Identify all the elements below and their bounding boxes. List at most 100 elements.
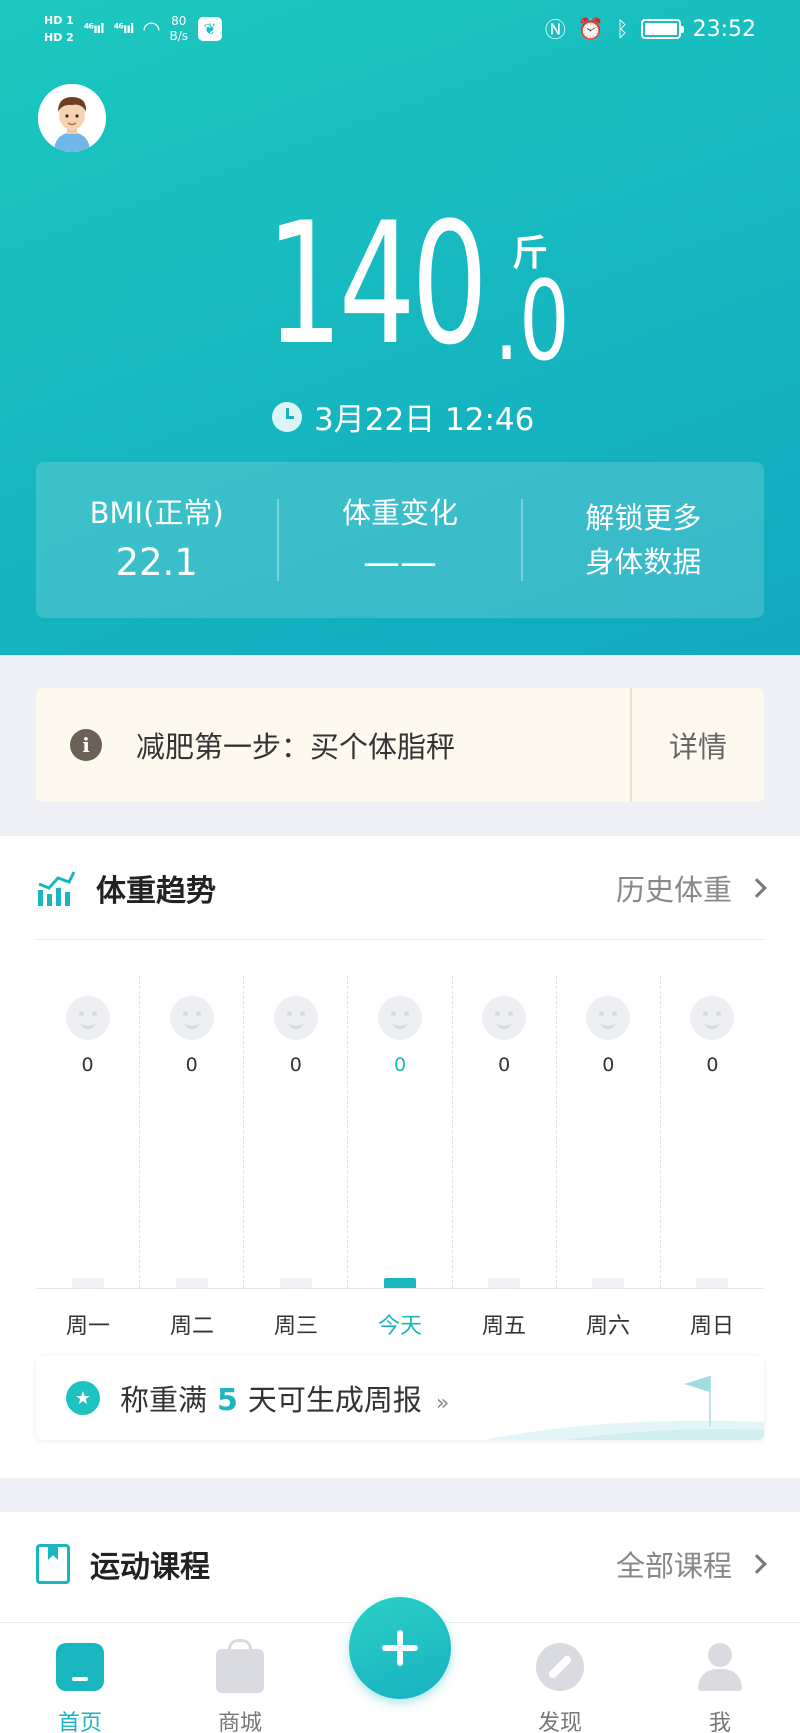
stat-value: 22.1 <box>115 541 198 584</box>
day-bar <box>175 1278 208 1288</box>
day-bar <box>488 1278 521 1288</box>
all-courses-label: 全部课程 <box>615 1549 732 1583</box>
smiley-icon <box>169 996 214 1040</box>
avatar-image <box>38 84 106 152</box>
tip-text: 减肥第一步：买个体脂秤 <box>136 730 456 764</box>
day-value: 0 <box>289 1054 302 1076</box>
smiley-icon <box>690 996 735 1040</box>
datetime-text: 3月22日 12:46 <box>314 402 535 438</box>
day-bar <box>592 1278 625 1288</box>
chevron-right-icon <box>747 1554 767 1574</box>
day-column-fri[interactable]: 0 <box>453 976 557 1288</box>
day-label: 周一 <box>65 1314 110 1339</box>
courses-title: 运动课程 <box>90 1550 210 1585</box>
trend-chart-icon <box>38 870 76 906</box>
hd-indicator: HD 1 HD 2 <box>44 14 74 44</box>
network-rate: 80 B/s <box>169 14 189 43</box>
day-value: 0 <box>393 1054 407 1076</box>
add-record-button[interactable] <box>349 1597 451 1699</box>
history-weight-link[interactable]: 历史体重 <box>615 867 767 909</box>
stat-unlock-more[interactable]: 解锁更多 身体数据 <box>523 496 764 584</box>
chevron-right-icon <box>747 877 767 898</box>
weight-decimal: .0 <box>494 257 570 385</box>
double-chevron-icon: » <box>435 1391 450 1416</box>
day-bar <box>696 1278 729 1288</box>
tab-home-label: 首页 <box>57 1711 102 1733</box>
bookmark-icon <box>36 1544 70 1584</box>
tab-home[interactable]: 首页 <box>0 1623 160 1733</box>
avatar[interactable] <box>38 84 106 152</box>
clock-icon <box>272 401 302 432</box>
stat-label: 解锁更多 <box>585 501 702 535</box>
weight-value: 140 <box>266 186 488 382</box>
trend-title: 体重趋势 <box>96 873 216 909</box>
signal-icon-2: ⁴⁶ııl <box>113 21 135 37</box>
day-value: 0 <box>81 1054 94 1076</box>
measure-datetime: 3月22日 12:46 <box>272 394 534 439</box>
day-value: 0 <box>498 1054 511 1076</box>
day-label: 周二 <box>169 1314 214 1339</box>
day-label: 周日 <box>689 1314 734 1339</box>
stat-label-2: 身体数据 <box>585 545 702 579</box>
compass-icon <box>536 1643 584 1691</box>
week-chart: 0 0 0 0 0 0 0 <box>36 976 764 1288</box>
wifi-icon: ◠ <box>143 17 160 41</box>
shopping-bag-icon <box>216 1639 264 1693</box>
day-column-tue[interactable]: 0 <box>140 976 245 1288</box>
smiley-icon <box>377 996 422 1040</box>
smiley-icon <box>586 996 631 1040</box>
user-icon <box>698 1643 742 1691</box>
stat-weight-change[interactable]: 体重变化 —— <box>279 491 520 589</box>
all-courses-link[interactable]: 全部课程 <box>615 1543 767 1585</box>
chart-axis <box>36 1288 764 1289</box>
tab-discover-label: 发现 <box>537 1711 582 1733</box>
tab-me-label: 我 <box>708 1711 731 1733</box>
tip-details-button[interactable]: 详情 <box>632 724 764 766</box>
weight-trend-card: 体重趋势 历史体重 0 0 0 0 0 0 0 周一 周二 周三 今天 周五 周… <box>0 836 800 1478</box>
day-value: 0 <box>706 1054 719 1076</box>
report-text: 称重满 5 天可生成周报 » <box>120 1377 449 1419</box>
stat-label: 体重变化 <box>341 496 458 530</box>
day-value: 0 <box>185 1054 198 1076</box>
stat-bmi[interactable]: BMI(正常) 22.1 <box>36 491 277 589</box>
day-label: 周五 <box>481 1314 526 1339</box>
status-time: 23:52 <box>692 16 756 42</box>
tab-shop-label: 商城 <box>217 1711 262 1733</box>
day-bar <box>383 1278 416 1288</box>
stat-value: —— <box>362 541 437 584</box>
tip-banner[interactable]: i 减肥第一步：买个体脂秤 详情 <box>36 688 764 802</box>
home-icon <box>56 1643 104 1691</box>
day-column-mon[interactable]: 0 <box>36 976 141 1288</box>
alarm-icon: ⏰ <box>577 16 604 41</box>
day-column-today[interactable]: 0 <box>348 976 453 1288</box>
day-labels: 周一 周二 周三 今天 周五 周六 周日 <box>36 1308 764 1340</box>
day-column-sun[interactable]: 0 <box>661 976 764 1288</box>
history-weight-label: 历史体重 <box>615 872 732 907</box>
smiley-icon <box>273 996 318 1040</box>
leaf-app-icon: ❦ <box>198 17 223 41</box>
day-bar <box>71 1278 104 1288</box>
bluetooth-icon: ᛒ <box>615 17 629 41</box>
flag-decoration <box>484 1376 764 1440</box>
tab-discover[interactable]: 发现 <box>480 1623 640 1733</box>
stats-panel: BMI(正常) 22.1 体重变化 —— 解锁更多 身体数据 <box>36 462 764 618</box>
day-column-wed[interactable]: 0 <box>244 976 349 1288</box>
star-icon: ★ <box>66 1381 100 1415</box>
tab-add[interactable] <box>320 1597 480 1733</box>
report-suffix: 天可生成周报 <box>247 1383 422 1417</box>
day-label: 周六 <box>585 1314 630 1339</box>
day-label: 周三 <box>273 1314 318 1339</box>
smiley-icon <box>482 996 527 1040</box>
tab-me[interactable]: 我 <box>640 1623 800 1733</box>
bottom-tab-bar: 首页 商城 发现 我 <box>0 1597 800 1733</box>
report-days-count: 5 <box>217 1383 238 1418</box>
day-value: 0 <box>602 1054 615 1076</box>
tab-shop[interactable]: 商城 <box>160 1623 320 1733</box>
day-column-sat[interactable]: 0 <box>557 976 661 1288</box>
battery-icon <box>640 19 684 39</box>
nfc-icon: Ⓝ <box>544 18 566 42</box>
smiley-icon <box>65 996 110 1040</box>
weekly-report-banner[interactable]: ★ 称重满 5 天可生成周报 » <box>36 1356 764 1440</box>
info-icon: i <box>70 729 102 761</box>
stat-label: BMI(正常) <box>89 496 224 530</box>
